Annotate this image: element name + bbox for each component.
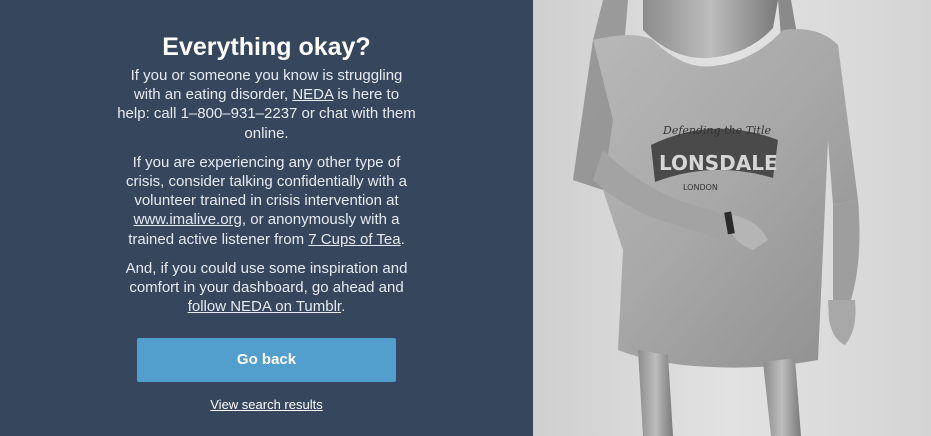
page-title: Everything okay? bbox=[162, 33, 371, 61]
inspiration-paragraph: And, if you could use some inspiration a… bbox=[117, 259, 417, 317]
view-search-results-link[interactable]: View search results bbox=[210, 397, 322, 412]
go-back-button[interactable]: Go back bbox=[137, 338, 396, 383]
follow-neda-link[interactable]: follow NEDA on Tumblr bbox=[188, 298, 341, 315]
paragraph-text: And, if you could use some inspiration a… bbox=[125, 259, 408, 297]
seven-cups-link[interactable]: 7 Cups of Tea bbox=[308, 231, 400, 248]
paragraph-text: . bbox=[400, 230, 405, 248]
model-photo-illustration: Defending the Title LONSDALE LONDON bbox=[533, 0, 931, 436]
message-panel: Everything okay? If you or someone you k… bbox=[0, 0, 533, 436]
neda-link[interactable]: NEDA bbox=[292, 86, 333, 103]
imalive-link[interactable]: www.imalive.org bbox=[134, 211, 242, 228]
crisis-paragraph: If you are experiencing any other type o… bbox=[117, 153, 417, 249]
hero-photo: Defending the Title LONSDALE LONDON bbox=[533, 0, 931, 436]
eating-disorder-paragraph: If you or someone you know is struggling… bbox=[117, 66, 417, 143]
paragraph-text: . bbox=[341, 298, 346, 316]
shirt-brand-text: LONSDALE bbox=[659, 151, 778, 175]
paragraph-text: If you are experiencing any other type o… bbox=[126, 153, 407, 210]
page: Everything okay? If you or someone you k… bbox=[0, 0, 931, 436]
shirt-city-text: LONDON bbox=[683, 183, 718, 192]
shirt-slogan-text: Defending the Title bbox=[662, 124, 771, 137]
